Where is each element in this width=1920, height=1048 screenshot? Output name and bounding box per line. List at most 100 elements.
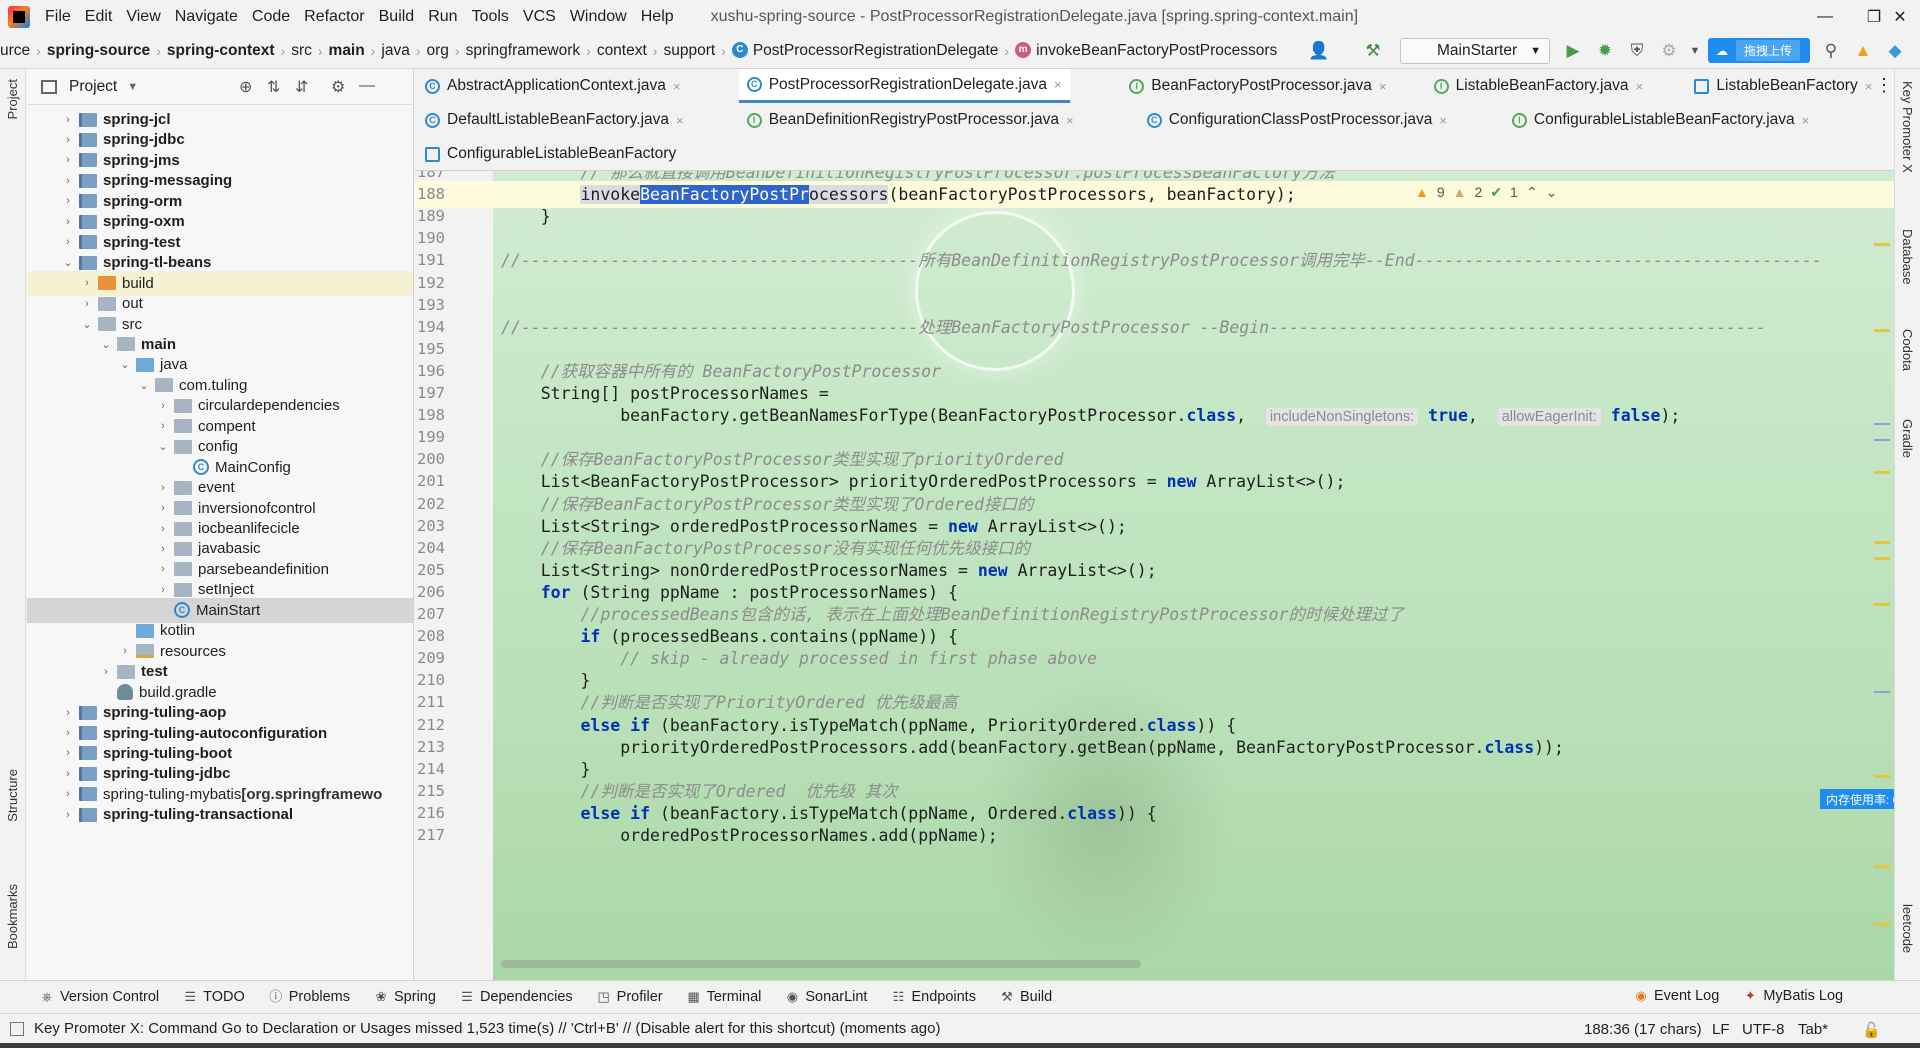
breadcrumb-item[interactable]: m invokeBeanFactoryPostProcessors (1009, 42, 1283, 60)
more-run-chevron-icon[interactable]: ▼ (1684, 40, 1706, 62)
tool-window-terminal[interactable]: ▦ Terminal (687, 989, 761, 1005)
chevron-down-icon[interactable]: ⌄ (80, 318, 94, 331)
menu-window[interactable]: Window (563, 0, 634, 33)
build-hammer-icon[interactable]: ⚒ (1362, 40, 1384, 62)
chevron-right-icon[interactable]: › (61, 236, 75, 248)
tool-window-dependencies[interactable]: ☰ Dependencies (460, 989, 573, 1005)
editor-tab[interactable]: I ListableBeanFactory.java × (1426, 69, 1652, 103)
chevron-right-icon[interactable]: › (156, 420, 170, 432)
close-tab-icon[interactable]: × (676, 113, 684, 128)
collapse-all-icon[interactable]: ⇵ (295, 77, 308, 97)
chevron-right-icon[interactable]: › (61, 134, 75, 146)
editor-tab[interactable]: C ConfigurationClassPostProcessor.java × (1139, 103, 1455, 137)
chevron-right-icon[interactable]: › (61, 175, 75, 187)
prev-highlight-icon[interactable]: ⌃ (1526, 184, 1538, 201)
editor-tab[interactable]: ListableBeanFactory × (1686, 69, 1880, 103)
close-icon[interactable]: ✕ (1880, 0, 1920, 33)
chevron-down-icon[interactable]: ⌄ (156, 440, 170, 453)
horizontal-scrollbar[interactable] (501, 960, 1141, 968)
profile-icon[interactable]: ⚙ (1658, 40, 1680, 62)
status-toggle-icon[interactable] (10, 1021, 24, 1036)
code-line[interactable]: 217 orderedPostProcessorNames.add(ppName… (415, 822, 1894, 849)
editor-tab[interactable]: I ConfigurableListableBeanFactory.java × (1504, 103, 1817, 137)
close-tab-icon[interactable]: × (1066, 113, 1074, 128)
search-icon[interactable]: ⚲ (1820, 40, 1842, 62)
tool-window-problems[interactable]: ⓘ Problems (269, 989, 350, 1005)
leetcode-stripe-button[interactable]: leetcode (1900, 904, 1915, 953)
hide-panel-icon[interactable]: — (359, 77, 375, 95)
lock-icon[interactable]: 🔓 (1862, 1021, 1881, 1039)
gradle-stripe-button[interactable]: Gradle (1900, 419, 1915, 458)
chevron-down-icon[interactable]: ⌄ (99, 338, 113, 351)
structure-stripe-button[interactable]: Structure (5, 769, 20, 822)
chevron-right-icon[interactable]: › (156, 563, 170, 575)
close-tab-icon[interactable]: × (1379, 79, 1387, 94)
tree-node[interactable]: › spring-tuling-transactional (27, 802, 413, 827)
tool-window-sonarlint[interactable]: ◉ SonarLint (785, 989, 868, 1005)
tool-window-event-log[interactable]: ◉ Event Log (1634, 988, 1719, 1004)
close-tab-icon[interactable]: × (1439, 113, 1447, 128)
breadcrumb-item[interactable]: java (375, 42, 415, 60)
gear-icon[interactable]: ⚙ (331, 77, 345, 97)
menu-view[interactable]: View (119, 0, 167, 33)
chevron-right-icon[interactable]: › (61, 809, 75, 821)
update-icon[interactable]: ▲ (1852, 40, 1874, 62)
chevron-down-icon[interactable]: ⌄ (61, 256, 75, 269)
chevron-right-icon[interactable]: › (80, 298, 94, 310)
chevron-right-icon[interactable]: › (61, 768, 75, 780)
expand-all-icon[interactable]: ⇅ (267, 77, 280, 97)
locate-icon[interactable]: ⊕ (239, 77, 252, 97)
chevron-right-icon[interactable]: › (61, 216, 75, 228)
key-promoter-stripe-button[interactable]: Key Promoter X (1900, 81, 1915, 173)
menu-refactor[interactable]: Refactor (297, 0, 371, 33)
chevron-right-icon[interactable]: › (61, 747, 75, 759)
next-highlight-icon[interactable]: ⌄ (1546, 184, 1558, 201)
breadcrumb-item[interactable]: urce (0, 42, 36, 60)
chevron-right-icon[interactable]: › (118, 645, 132, 657)
chevron-right-icon[interactable]: › (61, 114, 75, 126)
breadcrumb-item[interactable]: spring-context (161, 42, 281, 60)
chevron-right-icon[interactable]: › (61, 707, 75, 719)
menu-navigate[interactable]: Navigate (168, 0, 245, 33)
chevron-down-icon[interactable]: ▼ (127, 81, 138, 93)
menu-tools[interactable]: Tools (465, 0, 516, 33)
close-tab-icon[interactable]: × (1802, 113, 1810, 128)
chevron-right-icon[interactable]: › (156, 502, 170, 514)
breadcrumb-item[interactable]: support (657, 42, 721, 60)
tool-window-mybatis-log[interactable]: ✦ MyBatis Log (1743, 988, 1843, 1004)
plugin-icon[interactable]: ◆ (1884, 40, 1906, 62)
editor-tab[interactable]: ConfigurableListableBeanFactory (417, 137, 684, 171)
breadcrumb-item[interactable]: main (323, 42, 371, 60)
chevron-right-icon[interactable]: › (61, 195, 75, 207)
chevron-right-icon[interactable]: › (156, 482, 170, 494)
chevron-right-icon[interactable]: › (61, 727, 75, 739)
database-stripe-button[interactable]: Database (1900, 229, 1915, 285)
close-tab-icon[interactable]: × (1054, 77, 1062, 92)
chevron-right-icon[interactable]: › (80, 277, 94, 289)
chevron-right-icon[interactable]: › (156, 400, 170, 412)
menu-run[interactable]: Run (421, 0, 464, 33)
tool-window-version-control[interactable]: ⎈ Version Control (40, 989, 159, 1005)
project-stripe-button[interactable]: Project (5, 79, 20, 119)
close-tab-icon[interactable]: × (1865, 79, 1873, 94)
line-separator[interactable]: LF (1712, 1021, 1730, 1038)
breadcrumb-item[interactable]: org (421, 42, 455, 60)
editor-tab[interactable]: C PostProcessorRegistrationDelegate.java × (738, 69, 1070, 103)
tool-window-todo[interactable]: ☰ TODO (183, 989, 244, 1005)
menu-code[interactable]: Code (245, 0, 297, 33)
breadcrumb-item[interactable]: C PostProcessorRegistrationDelegate (726, 42, 1005, 60)
inspection-widget[interactable]: ▲ 9 ▲ 2 ✔ 1 ⌃ ⌄ (1415, 181, 1557, 203)
coverage-icon[interactable]: ⛨ (1626, 40, 1648, 62)
chevron-down-icon[interactable]: ⌄ (137, 379, 151, 392)
status-message[interactable]: Key Promoter X: Command Go to Declaratio… (34, 1020, 940, 1037)
tool-window-build[interactable]: ⚒ Build (1000, 989, 1052, 1005)
bookmarks-stripe-button[interactable]: Bookmarks (5, 884, 20, 949)
tool-window-endpoints[interactable]: ☷ Endpoints (891, 989, 976, 1005)
chevron-right-icon[interactable]: › (156, 543, 170, 555)
close-tab-icon[interactable]: × (1636, 79, 1644, 94)
chevron-right-icon[interactable]: › (61, 154, 75, 166)
code-area[interactable]: 187 // 那么就直接调用BeanDefinitionRegistryPost… (415, 171, 1894, 980)
breadcrumb-item[interactable]: context (591, 42, 653, 60)
chevron-right-icon[interactable]: › (61, 788, 75, 800)
menu-edit[interactable]: Edit (78, 0, 120, 33)
